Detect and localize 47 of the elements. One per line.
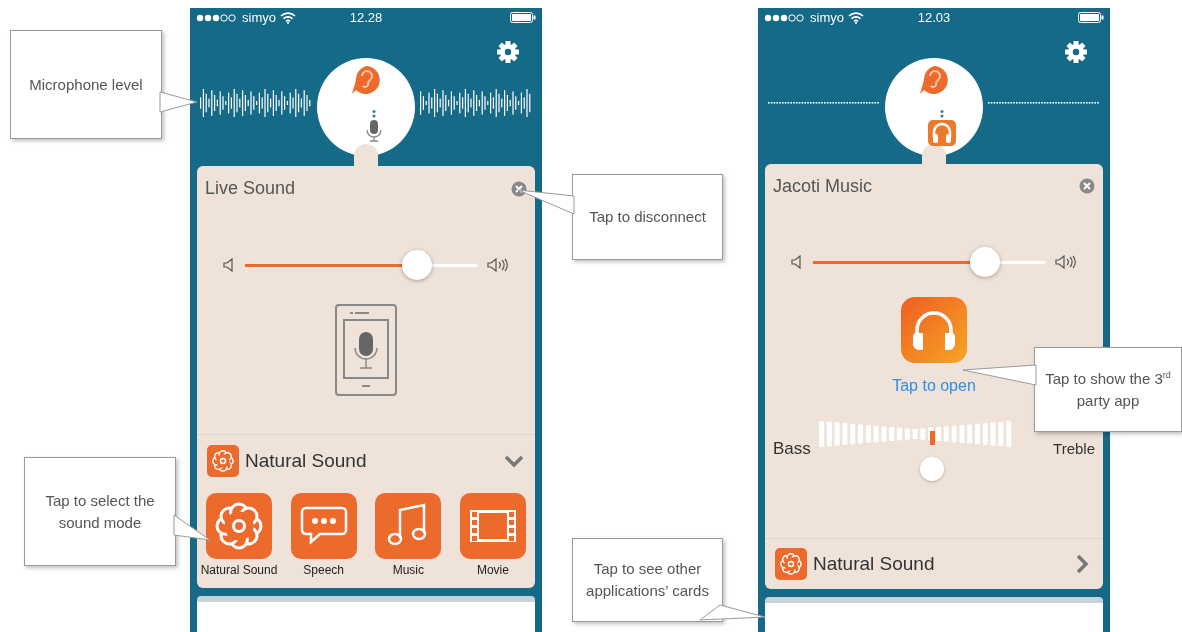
callout-box: Tap to see other applications’ cards	[572, 538, 723, 622]
phone-microphone-icon	[335, 303, 397, 396]
settings-icon[interactable]	[1064, 39, 1088, 64]
wifi-icon	[279, 11, 296, 24]
speaker-high-icon	[1055, 254, 1077, 269]
signal-icon	[764, 13, 806, 22]
eq-thumb[interactable]	[919, 456, 944, 481]
slider-thumb[interactable]	[401, 249, 432, 280]
headphones-app-icon[interactable]	[901, 296, 967, 363]
speaker-low-icon	[223, 257, 235, 272]
battery-icon	[510, 12, 536, 24]
callout-box: Tap to disconnect	[572, 174, 723, 260]
ear-icon	[350, 63, 382, 96]
callout-box: Tap to select the sound mode	[24, 457, 176, 566]
callout-box: Tap to show the 3$^{rd}$ party app	[1034, 347, 1182, 432]
ear-icon	[918, 63, 950, 96]
status-time: 12.28	[349, 10, 383, 26]
sound-mode-label: Natural Sound	[245, 449, 367, 472]
wifi-icon	[847, 11, 864, 24]
slider-thumb[interactable]	[969, 246, 1000, 277]
sound-mode-selector[interactable]: Natural Sound	[197, 434, 535, 487]
sound-mode-label: Natural Sound	[813, 552, 935, 575]
close-icon[interactable]	[1079, 178, 1095, 195]
callout-box: Microphone level	[10, 30, 162, 139]
sound-mode-selector[interactable]: Natural Sound	[765, 539, 1103, 589]
volume-slider[interactable]	[813, 246, 1045, 277]
card-title: Live Sound	[205, 178, 296, 200]
battery-icon	[1078, 12, 1104, 24]
status-time: 12.03	[917, 10, 951, 26]
flower-icon	[775, 547, 807, 580]
settings-icon[interactable]	[496, 39, 520, 64]
stacked-cards[interactable]	[765, 596, 1103, 632]
carrier-name: simyo	[810, 10, 844, 26]
speaker-high-icon	[487, 257, 509, 272]
callout-pointer	[517, 189, 575, 215]
signal-icon	[196, 13, 238, 22]
treble-label: Treble	[1053, 440, 1095, 458]
speaker-low-icon	[791, 254, 803, 269]
callout-pointer	[173, 514, 211, 541]
eq-marker	[929, 430, 935, 445]
card-title: Jacoti Music	[773, 175, 873, 197]
flower-icon	[207, 444, 239, 477]
callout-pointer	[159, 91, 198, 113]
bass-label: Bass	[773, 438, 811, 459]
carrier-name: simyo	[242, 10, 276, 26]
callout-pointer	[699, 604, 766, 621]
volume-slider[interactable]	[245, 249, 477, 280]
